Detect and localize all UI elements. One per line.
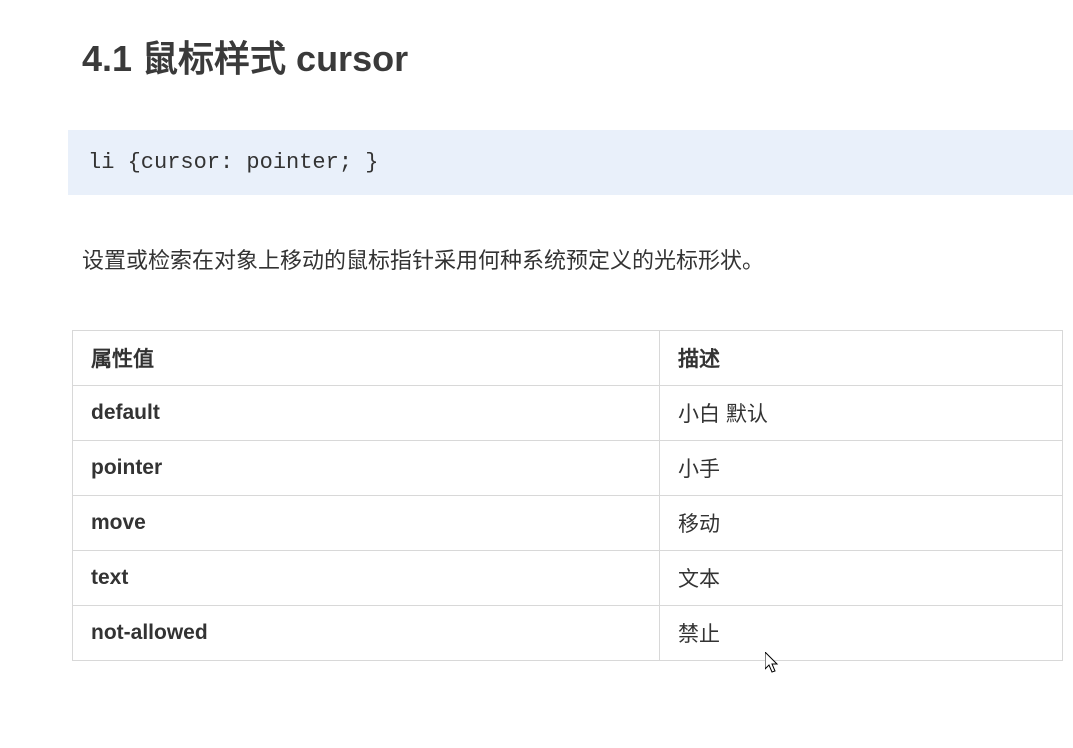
- table-header-value: 属性值: [73, 331, 660, 386]
- cell-value: move: [73, 496, 660, 551]
- document-content: 4.1 鼠标样式 cursor li {cursor: pointer; } 设…: [0, 0, 1073, 661]
- cell-description: 禁止: [660, 606, 1063, 661]
- cursor-table: 属性值 描述 default 小白 默认 pointer 小手 move 移动 …: [72, 330, 1063, 661]
- table-header-row: 属性值 描述: [73, 331, 1063, 386]
- cell-description: 文本: [660, 551, 1063, 606]
- description-text: 设置或检索在对象上移动的鼠标指针采用何种系统预定义的光标形状。: [82, 243, 1073, 278]
- section-heading: 4.1 鼠标样式 cursor: [82, 30, 1073, 82]
- table-row: pointer 小手: [73, 441, 1063, 496]
- table-row: default 小白 默认: [73, 386, 1063, 441]
- cell-value: pointer: [73, 441, 660, 496]
- table-row: move 移动: [73, 496, 1063, 551]
- cell-value: text: [73, 551, 660, 606]
- cell-description: 小白 默认: [660, 386, 1063, 441]
- cell-description: 移动: [660, 496, 1063, 551]
- code-block: li {cursor: pointer; }: [68, 130, 1073, 195]
- cell-description: 小手: [660, 441, 1063, 496]
- table-header-description: 描述: [660, 331, 1063, 386]
- table-row: text 文本: [73, 551, 1063, 606]
- table-row: not-allowed 禁止: [73, 606, 1063, 661]
- cell-value: default: [73, 386, 660, 441]
- cell-value: not-allowed: [73, 606, 660, 661]
